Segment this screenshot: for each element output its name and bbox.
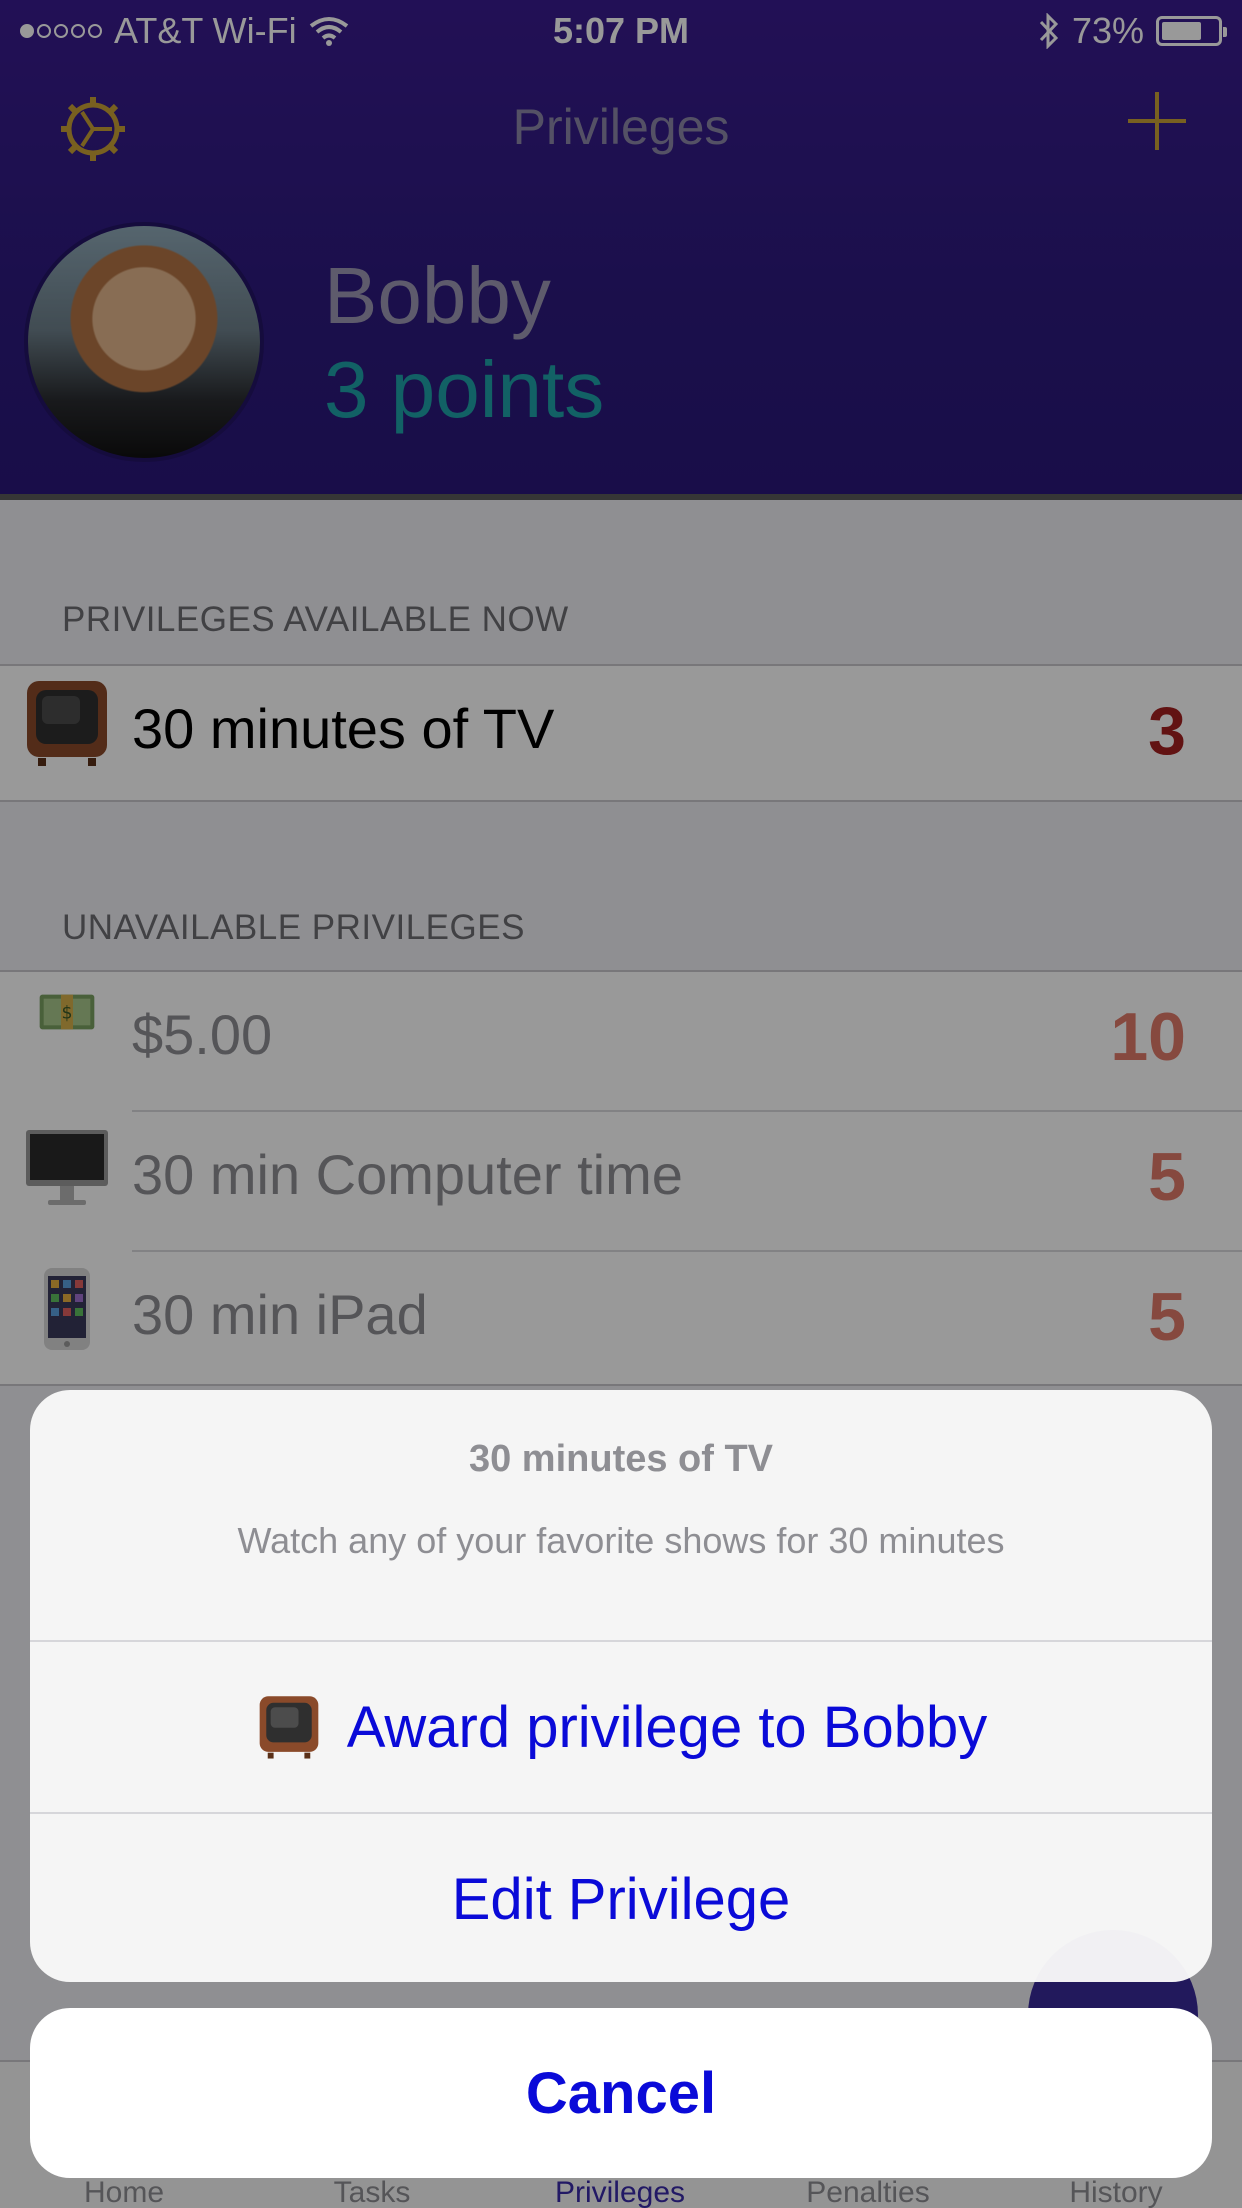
tv-icon bbox=[259, 1696, 319, 1759]
cancel-button[interactable]: Cancel bbox=[30, 2008, 1212, 2178]
edit-privilege-label: Edit Privilege bbox=[451, 1866, 791, 1932]
action-sheet-title: 30 minutes of TV bbox=[468, 1438, 774, 1480]
edit-privilege-button[interactable]: Edit Privilege bbox=[30, 1814, 1212, 1982]
award-privilege-label: Award privilege to Bobby bbox=[346, 1694, 988, 1760]
award-privilege-button[interactable]: Award privilege to Bobby bbox=[30, 1642, 1212, 1812]
action-sheet-message: Watch any of your favorite shows for 30 … bbox=[237, 1520, 1005, 1561]
action-sheet: 30 minutes of TV Watch any of your favor… bbox=[30, 1390, 1212, 1982]
cancel-label: Cancel bbox=[525, 2060, 717, 2126]
